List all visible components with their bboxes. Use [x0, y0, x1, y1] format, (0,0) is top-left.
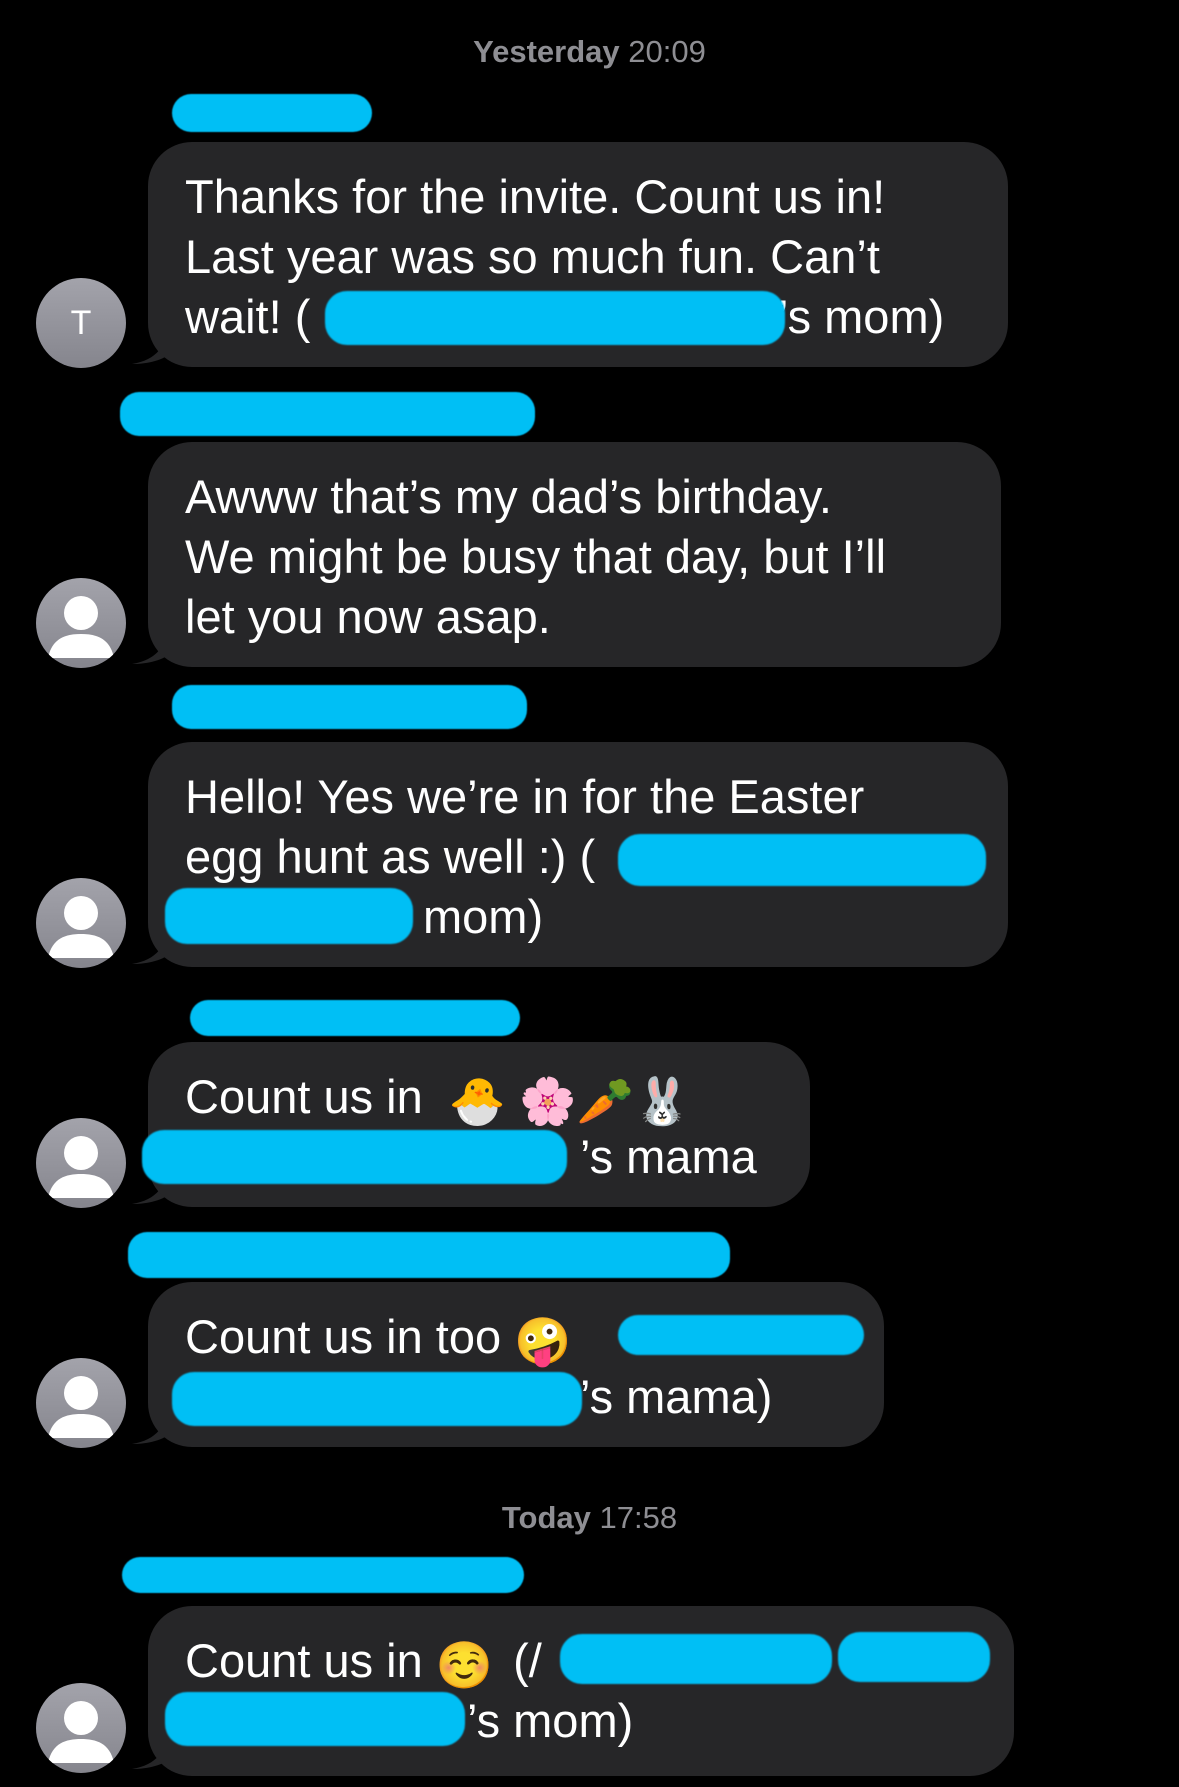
person-silhouette-icon: [48, 896, 114, 958]
message-line: Thanks for the invite. Count us in!: [185, 170, 886, 223]
redacted-sender-name: [190, 1000, 520, 1036]
timestamp-yesterday: Yesterday 20:09: [0, 34, 1179, 70]
avatar[interactable]: T: [36, 278, 126, 368]
message-text: Count us in: [185, 1634, 436, 1687]
avatar[interactable]: [36, 1683, 126, 1773]
avatar-initial: T: [70, 304, 92, 342]
message-line: Hello! Yes we’re in for the Easter: [185, 770, 865, 823]
redacted-name: [165, 888, 413, 944]
person-silhouette-icon: [48, 1136, 114, 1198]
message-line: let you now asap.: [185, 590, 551, 643]
redacted-name: [172, 1372, 582, 1426]
message-line: Count us in 🐣 🌸🥕🐰: [185, 1067, 774, 1127]
timestamp-today: Today 17:58: [0, 1500, 1179, 1536]
redacted-sender-name: [122, 1557, 524, 1593]
avatar[interactable]: [36, 578, 126, 668]
redacted-sender-name: [172, 94, 372, 132]
message-text: Count us in: [185, 1070, 449, 1123]
redacted-name: [560, 1634, 832, 1684]
timestamp-time: 17:58: [590, 1500, 678, 1535]
avatar[interactable]: [36, 878, 126, 968]
avatar[interactable]: [36, 1358, 126, 1448]
redacted-name: [838, 1632, 990, 1682]
timestamp-day: Today: [501, 1500, 591, 1535]
smiling-face-emoji-icon: ☺️: [435, 1639, 494, 1691]
message-line: We might be busy that day, but I’ll: [185, 530, 887, 583]
carrot-emoji-icon: 🥕: [576, 1075, 634, 1127]
message-text: (/: [513, 1634, 542, 1687]
rabbit-face-emoji-icon: 🐰: [633, 1075, 692, 1127]
redacted-name: [325, 291, 785, 345]
person-silhouette-icon: [48, 596, 114, 658]
redacted-sender-name: [172, 685, 527, 729]
redacted-name: [165, 1692, 465, 1746]
message-line: Awww that’s my dad’s birthday.: [185, 470, 832, 523]
redacted-sender-name: [128, 1232, 730, 1278]
message-line: Last year was so much fun. Can’t: [185, 230, 880, 283]
person-silhouette-icon: [48, 1376, 114, 1438]
timestamp-day: Yesterday: [473, 34, 620, 69]
person-silhouette-icon: [48, 1701, 114, 1763]
redacted-sender-name: [120, 392, 535, 436]
redacted-name: [618, 834, 986, 886]
message-text: Count us in too: [185, 1310, 515, 1363]
message-text: wait! (: [185, 290, 311, 343]
redacted-name: [142, 1130, 567, 1184]
avatar[interactable]: [36, 1118, 126, 1208]
redacted-name: [618, 1315, 864, 1355]
cherry-blossom-emoji-icon: 🌸: [519, 1075, 577, 1127]
timestamp-time: 20:09: [619, 34, 706, 69]
hatching-chick-emoji-icon: 🐣: [448, 1075, 507, 1127]
message-bubble[interactable]: Awww that’s my dad’s birthday. We might …: [148, 442, 1001, 667]
message-text: ’s mom): [778, 290, 945, 343]
zany-face-emoji-icon: 🤪: [514, 1315, 572, 1367]
